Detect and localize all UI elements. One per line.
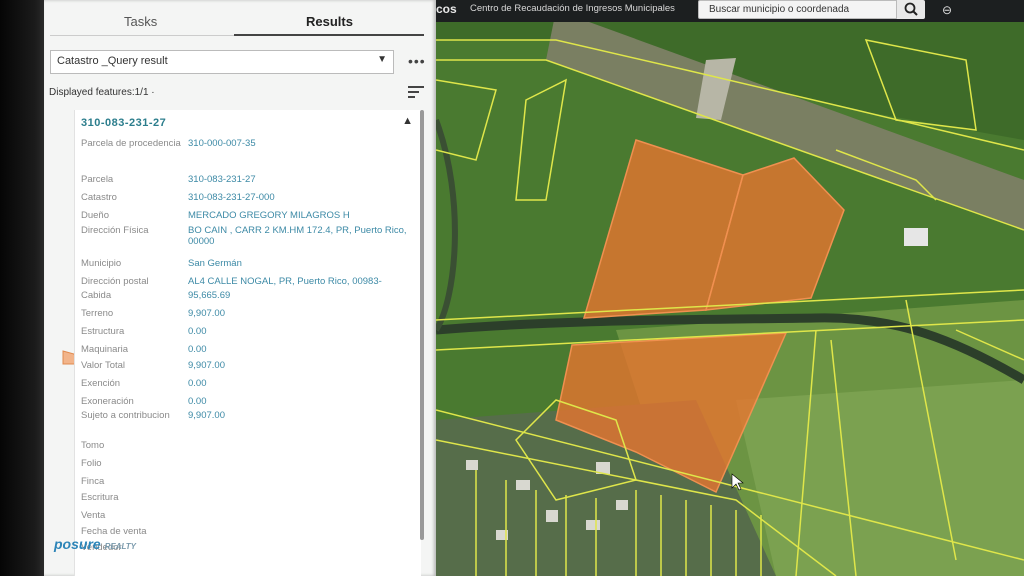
more-options-button[interactable]: ••• <box>408 53 426 69</box>
record-title[interactable]: 310-083-231-27 <box>81 117 166 129</box>
search-button[interactable] <box>896 0 925 19</box>
query-result-select[interactable]: Catastro _Query result ▼ <box>50 50 394 74</box>
logo-text: posure <box>54 536 101 552</box>
attribute-label: Estructura <box>81 326 125 337</box>
attribute-label: Parcela <box>81 174 114 185</box>
chevron-down-icon: ▼ <box>377 54 387 65</box>
attribute-label: Sujeto a contribucion <box>81 410 170 421</box>
monitor-bezel <box>0 0 44 576</box>
watermark-logo: posure REALTY <box>54 536 136 552</box>
attribute-label: Valor Total <box>81 360 126 371</box>
logo-subtext: REALTY <box>104 542 136 551</box>
attribute-value: 95,665.69 <box>188 290 231 301</box>
displayed-features-count: Displayed features:1/1 · <box>49 87 155 98</box>
attribute-label: Municipio <box>81 258 122 269</box>
app-title-fragment: cos <box>436 2 457 16</box>
attribute-value: BO CAIN , CARR 2 KM.HM 172.4, PR, Puerto… <box>188 225 407 247</box>
attribute-value: MERCADO GREGORY MILAGROS H <box>188 210 350 221</box>
attribute-value: 9,907.00 <box>188 308 225 319</box>
attribute-value: 310-083-231-27-000 <box>188 192 275 203</box>
attribute-value: 0.00 <box>188 396 207 407</box>
attribute-label: Parcela de procedencia <box>81 138 181 149</box>
scrollbar[interactable] <box>420 110 424 540</box>
link-icon[interactable]: ⊖ <box>942 3 952 17</box>
tab-active-indicator <box>234 34 424 36</box>
search-input[interactable]: Buscar municipio o coordenada <box>698 0 918 19</box>
tab-tasks[interactable]: Tasks <box>124 14 157 29</box>
attribute-value: 0.00 <box>188 344 207 355</box>
attribute-label: Catastro <box>81 192 117 203</box>
attribute-label: Dueño <box>81 210 109 221</box>
attribute-value: San Germán <box>188 258 242 269</box>
attribute-label: Dirección postal <box>81 276 149 287</box>
tab-results[interactable]: Results <box>306 14 353 29</box>
feature-record-card: 310-083-231-27 ▲ Parcela de procedencia 3… <box>74 110 421 576</box>
agency-title: Centro de Recaudación de Ingresos Munici… <box>470 3 675 14</box>
attribute-label: Dirección Física <box>81 225 149 236</box>
attribute-value: 310-083-231-27 <box>188 174 256 185</box>
map-view[interactable] <box>436 0 1024 576</box>
attribute-value: 9,907.00 <box>188 360 225 371</box>
results-panel: Tasks Results Catastro _Query result ▼ •… <box>44 0 436 576</box>
search-placeholder: Buscar municipio o coordenada <box>709 4 850 15</box>
attribute-label: Tomo <box>81 440 105 451</box>
chevron-up-icon[interactable]: ▲ <box>402 115 413 127</box>
attribute-label: Finca <box>81 476 105 487</box>
attribute-label: Cabida <box>81 290 112 301</box>
query-result-value: Catastro _Query result <box>57 55 168 67</box>
attribute-label: Venta <box>81 510 106 521</box>
tab-divider <box>50 35 234 36</box>
attribute-value: 310-000-007-35 <box>188 138 256 149</box>
attribute-label: Folio <box>81 458 102 469</box>
sort-icon[interactable] <box>408 86 424 100</box>
attribute-value: 9,907.00 <box>188 410 225 421</box>
attribute-value: 0.00 <box>188 378 207 389</box>
aerial-map <box>436 0 1024 576</box>
attribute-value: 0.00 <box>188 326 207 337</box>
attribute-label: Exención <box>81 378 121 389</box>
attribute-label: Exoneración <box>81 396 134 407</box>
attribute-label: Escritura <box>81 492 119 503</box>
attribute-label: Maquinaria <box>81 344 128 355</box>
attribute-label: Terreno <box>81 308 114 319</box>
search-icon <box>904 2 918 16</box>
app-header: cos Centro de Recaudación de Ingresos Mu… <box>436 0 1024 22</box>
panel-tabs: Tasks Results <box>44 0 436 38</box>
attribute-value: AL4 CALLE NOGAL, PR, Puerto Rico, 00983- <box>188 276 382 287</box>
